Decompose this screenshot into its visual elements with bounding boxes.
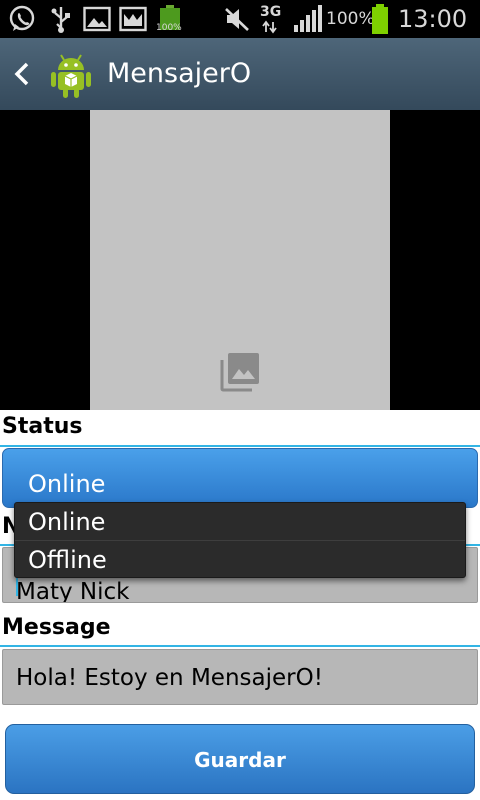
mute-icon (222, 4, 252, 34)
image-icon (82, 4, 112, 34)
gallery-icon (118, 4, 148, 34)
network-type: 3G (260, 4, 282, 20)
status-dropdown: Online Offline (14, 502, 466, 578)
status-spinner-value: Online (28, 470, 106, 498)
profile-image[interactable] (90, 110, 390, 410)
android-icon (48, 50, 94, 100)
whatsapp-icon (6, 4, 38, 34)
status-divider (0, 445, 480, 447)
usb-icon (48, 4, 74, 34)
dropdown-option-offline[interactable]: Offline (15, 541, 465, 578)
message-input-value: Hola! Estoy en MensajerO! (16, 665, 323, 691)
action-bar: MensajerO (0, 38, 480, 110)
status-label: Status (2, 414, 83, 439)
save-button[interactable]: Guardar (5, 724, 475, 794)
data-arrows-icon (262, 20, 278, 34)
battery-small-label: 100% (156, 23, 182, 33)
dropdown-option-online[interactable]: Online (15, 503, 465, 540)
status-spinner[interactable]: Online (2, 448, 478, 508)
message-input[interactable]: Hola! Estoy en MensajerO! (2, 649, 478, 705)
battery-percent: 100% (326, 9, 375, 29)
back-icon[interactable] (10, 58, 34, 90)
clock: 13:00 (398, 5, 468, 33)
signal-icon (292, 4, 324, 34)
battery-icon (370, 4, 390, 34)
status-bar: 100% 3G 100% 13:00 (0, 0, 480, 38)
message-label: Message (2, 615, 111, 640)
app-title: MensajerO (107, 58, 252, 89)
message-divider (0, 645, 480, 647)
gallery-icon (220, 352, 260, 392)
image-area (0, 110, 480, 410)
